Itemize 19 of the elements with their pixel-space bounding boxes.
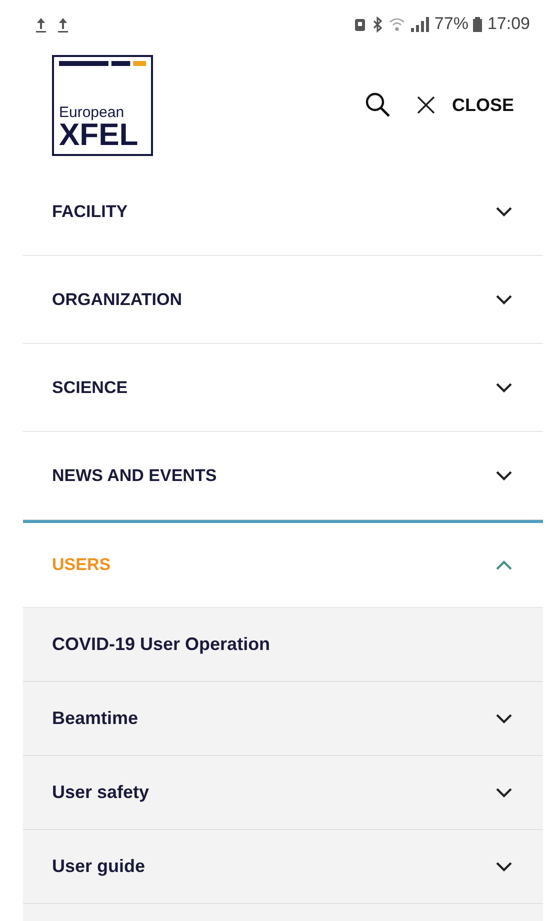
battery-text: 77%: [434, 13, 468, 36]
submenu-item[interactable]: User safety: [23, 756, 543, 830]
wifi-icon: [388, 16, 406, 32]
search-button[interactable]: [364, 91, 392, 119]
clock-time: 17:09: [487, 13, 530, 36]
bluetooth-icon: [371, 16, 384, 32]
upload-icon: [34, 16, 48, 32]
signal-icon: [410, 16, 430, 32]
upload-icon: [56, 16, 70, 32]
submenu-item[interactable]: User guide: [23, 830, 543, 904]
logo-stripes-icon: [59, 60, 146, 66]
close-icon: [416, 95, 436, 115]
logo[interactable]: European XFEL: [52, 54, 153, 156]
submenu-item[interactable]: COVID-19 User Operation: [23, 608, 543, 682]
logo-text: XFEL: [59, 120, 140, 150]
close-button[interactable]: CLOSE: [416, 92, 514, 118]
submenu-item[interactable]: Beamtime: [23, 682, 543, 756]
battery-icon: [472, 16, 484, 32]
logo-text: European: [59, 105, 126, 120]
